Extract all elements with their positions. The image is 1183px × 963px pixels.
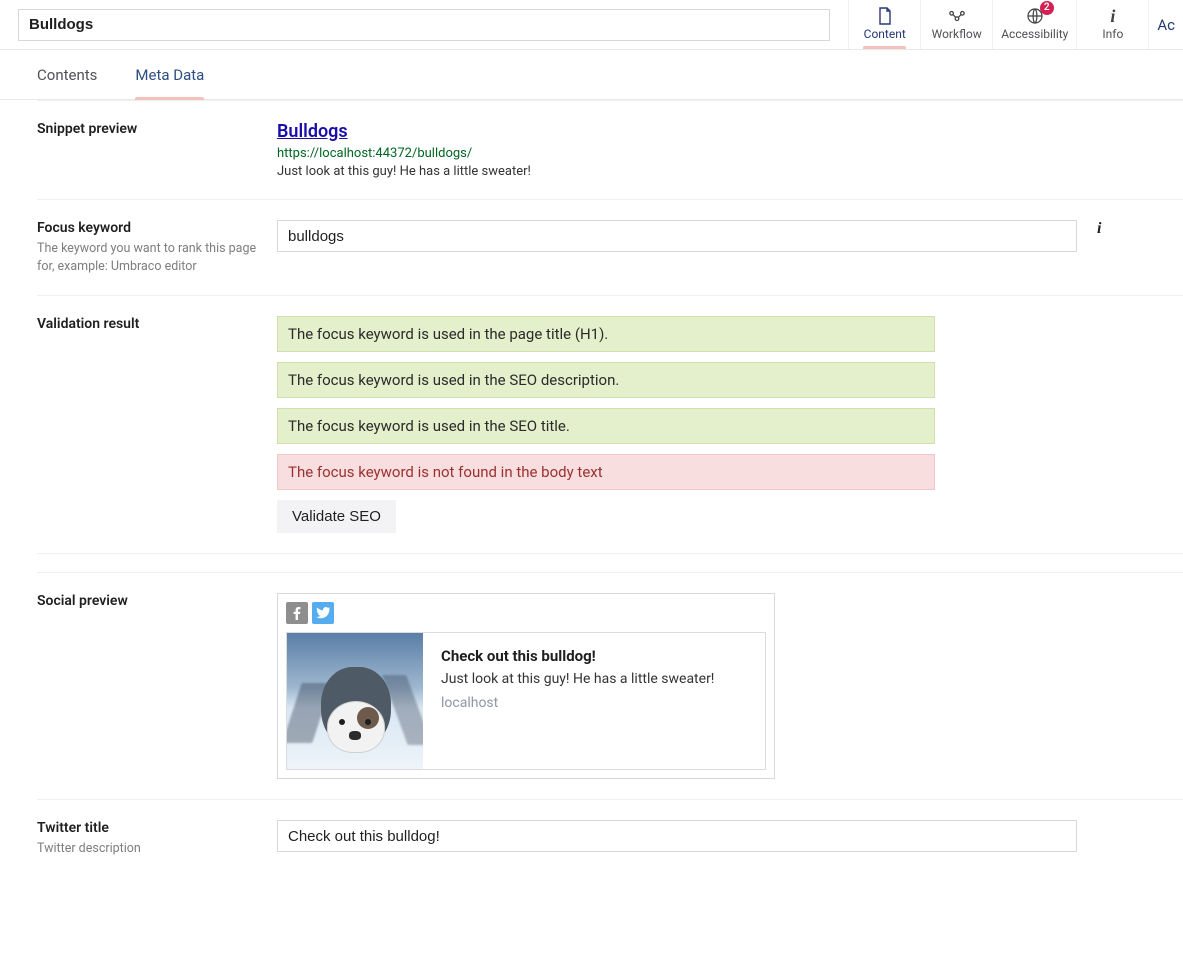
app-label: Workflow (932, 27, 982, 41)
app-badge: 2 (1040, 1, 1054, 15)
workflow-icon (948, 7, 966, 25)
snippet-description: Just look at this guy! He has a little s… (277, 164, 1161, 179)
section-label: Focus keyword (37, 220, 257, 236)
row-twitter-title: Twitter title Twitter description (37, 800, 1183, 878)
section-description: Twitter description (37, 840, 257, 858)
row-social-preview: Social preview (37, 573, 1183, 800)
title-wrap (0, 0, 848, 49)
info-icon: i (1104, 7, 1122, 25)
section-description: The keyword you want to rank this page f… (37, 240, 257, 275)
app-accessibility[interactable]: 2 Accessibility (992, 0, 1076, 49)
editor-body: Snippet preview Bulldogs https://localho… (0, 100, 1183, 908)
app-label: Content (864, 27, 906, 41)
validation-item: The focus keyword is not found in the bo… (277, 454, 935, 490)
app-overflow: Ac (1148, 0, 1183, 49)
editor-header: Content Workflow 2 Accessibility i Info … (0, 0, 1183, 50)
app-label: Info (1102, 27, 1123, 41)
social-preview-card: Check out this bulldog! Just look at thi… (277, 593, 775, 779)
social-card-host: localhost (441, 695, 714, 711)
twitter-title-input[interactable] (277, 820, 1077, 852)
social-card-description: Just look at this guy! He has a little s… (441, 671, 714, 687)
social-card-image (287, 633, 423, 769)
validation-item: The focus keyword is used in the SEO des… (277, 362, 935, 398)
field-info-icon[interactable]: i (1097, 220, 1101, 238)
section-label: Validation result (37, 316, 257, 332)
app-info[interactable]: i Info (1076, 0, 1148, 49)
snippet-title-link[interactable]: Bulldogs (277, 121, 348, 142)
subtabs: Contents Meta Data (0, 50, 1183, 100)
app-content[interactable]: Content (848, 0, 920, 49)
section-label: Snippet preview (37, 121, 257, 137)
social-card-inner: Check out this bulldog! Just look at thi… (286, 632, 766, 770)
row-focus-keyword: Focus keyword The keyword you want to ra… (37, 200, 1183, 296)
apps-bar: Content Workflow 2 Accessibility i Info … (848, 0, 1183, 49)
tab-metadata[interactable]: Meta Data (135, 50, 204, 99)
focus-keyword-input[interactable] (277, 220, 1077, 252)
section-label: Social preview (37, 593, 257, 609)
snippet-url: https://localhost:44372/bulldogs/ (277, 146, 1161, 161)
row-validation: Validation result The focus keyword is u… (37, 296, 1183, 554)
page-name-input[interactable] (18, 9, 830, 41)
tab-contents[interactable]: Contents (37, 50, 97, 99)
row-snippet-preview: Snippet preview Bulldogs https://localho… (37, 101, 1183, 200)
validation-item: The focus keyword is used in the SEO tit… (277, 408, 935, 444)
validate-seo-button[interactable]: Validate SEO (277, 500, 396, 533)
facebook-icon[interactable] (286, 602, 308, 624)
globe-icon: 2 (1026, 7, 1044, 25)
social-card-title: Check out this bulldog! (441, 647, 714, 665)
twitter-icon[interactable] (312, 602, 334, 624)
app-workflow[interactable]: Workflow (920, 0, 992, 49)
document-icon (876, 7, 894, 25)
section-label: Twitter title (37, 820, 257, 836)
validation-item: The focus keyword is used in the page ti… (277, 316, 935, 352)
app-label: Accessibility (1001, 27, 1068, 41)
